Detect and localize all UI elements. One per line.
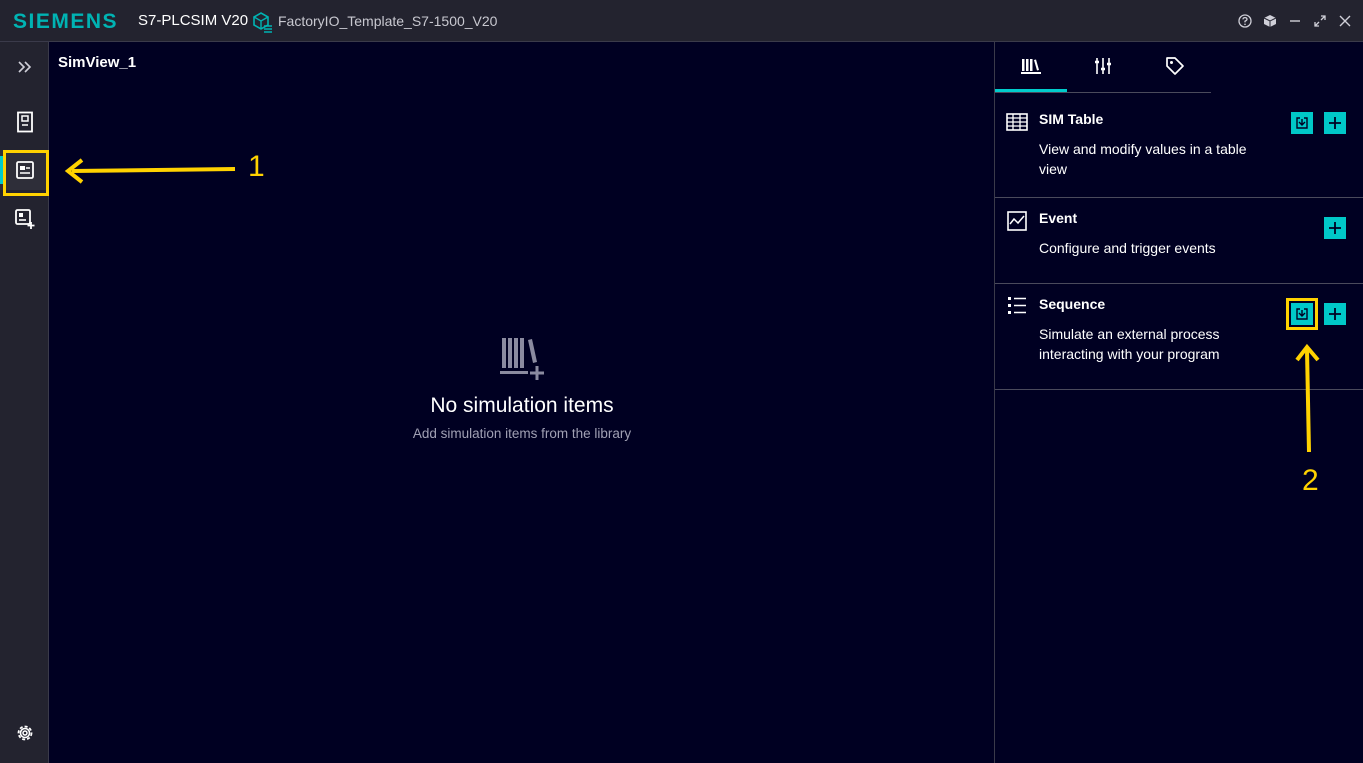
close-icon: [1339, 15, 1351, 27]
sliders-icon: [1095, 58, 1111, 74]
sequence-list-icon: [1008, 297, 1026, 314]
view-title: SimView_1: [58, 54, 137, 71]
library-item-sim-table[interactable]: SIM Table View and modify values in a ta…: [995, 98, 1363, 198]
sidebar-item-plc[interactable]: [0, 102, 49, 142]
expand-icon: [1314, 15, 1326, 27]
app-title: S7-PLCSIM V20: [138, 12, 249, 29]
tag-icon: [1166, 57, 1184, 75]
close-button[interactable]: [1337, 13, 1353, 29]
minimize-icon: [1290, 20, 1300, 22]
project-name: FactoryIO_Template_S7-1500_V20: [278, 13, 498, 29]
library-item-description: View and modify values in a table view: [1039, 141, 1247, 177]
add-simview-icon: [14, 209, 34, 229]
settings-button[interactable]: [0, 713, 49, 753]
simview-canvas: SimView_1 No simulation items Add simula…: [50, 42, 994, 763]
cube-button[interactable]: [1262, 13, 1278, 29]
import-icon: [1296, 117, 1308, 129]
empty-title: No simulation items: [430, 394, 614, 417]
help-icon: [1238, 14, 1252, 28]
annotation-arrow-2: [1295, 343, 1320, 453]
gear-icon: [17, 725, 32, 741]
plus-icon: [1329, 222, 1341, 234]
tab-library[interactable]: [995, 42, 1067, 92]
library-add-icon: [500, 338, 544, 380]
empty-state: No simulation items Add simulation items…: [50, 334, 994, 441]
maximize-button[interactable]: [1312, 13, 1328, 29]
sidebar-item-add-simview[interactable]: [0, 199, 49, 239]
plus-icon: [1329, 117, 1341, 129]
library-icon: [1021, 59, 1041, 74]
title-bar: SIEMENS S7-PLCSIM V20 FactoryIO_Template…: [0, 0, 1363, 42]
add-sequence-button[interactable]: [1324, 303, 1346, 325]
table-icon: [1006, 113, 1028, 131]
highlight-box-2: [1286, 298, 1318, 330]
chevron-double-right-icon: [17, 61, 31, 73]
library-item-title: SIM Table: [1039, 111, 1104, 127]
import-sim-table-button[interactable]: [1291, 112, 1313, 134]
help-button[interactable]: [1237, 13, 1253, 29]
project-icon: [253, 12, 272, 33]
sidebar-expand-button[interactable]: [0, 47, 49, 87]
plc-device-icon: [16, 111, 33, 133]
library-item-title: Event: [1039, 210, 1078, 226]
library-item-description: Simulate an external process interacting…: [1039, 326, 1220, 362]
empty-subtitle: Add simulation items from the library: [412, 426, 632, 441]
event-chart-icon: [1007, 211, 1027, 231]
window-controls: [1237, 13, 1353, 29]
minimize-button[interactable]: [1287, 13, 1303, 29]
annotation-label-2: 2: [1302, 464, 1319, 497]
cube-icon: [1263, 15, 1277, 27]
siemens-logo: SIEMENS: [13, 10, 119, 33]
left-sidebar: [0, 42, 49, 763]
panel-tabs: [995, 42, 1211, 93]
highlight-box-1: [3, 150, 49, 196]
add-event-button[interactable]: [1324, 217, 1346, 239]
add-sim-table-button[interactable]: [1324, 112, 1346, 134]
library-item-title: Sequence: [1039, 296, 1106, 312]
plus-icon: [1329, 308, 1341, 320]
library-item-description: Configure and trigger events: [1039, 240, 1216, 256]
library-item-event[interactable]: Event Configure and trigger events: [995, 198, 1363, 284]
tab-parameters[interactable]: [1067, 42, 1139, 90]
tab-tags[interactable]: [1139, 42, 1211, 90]
